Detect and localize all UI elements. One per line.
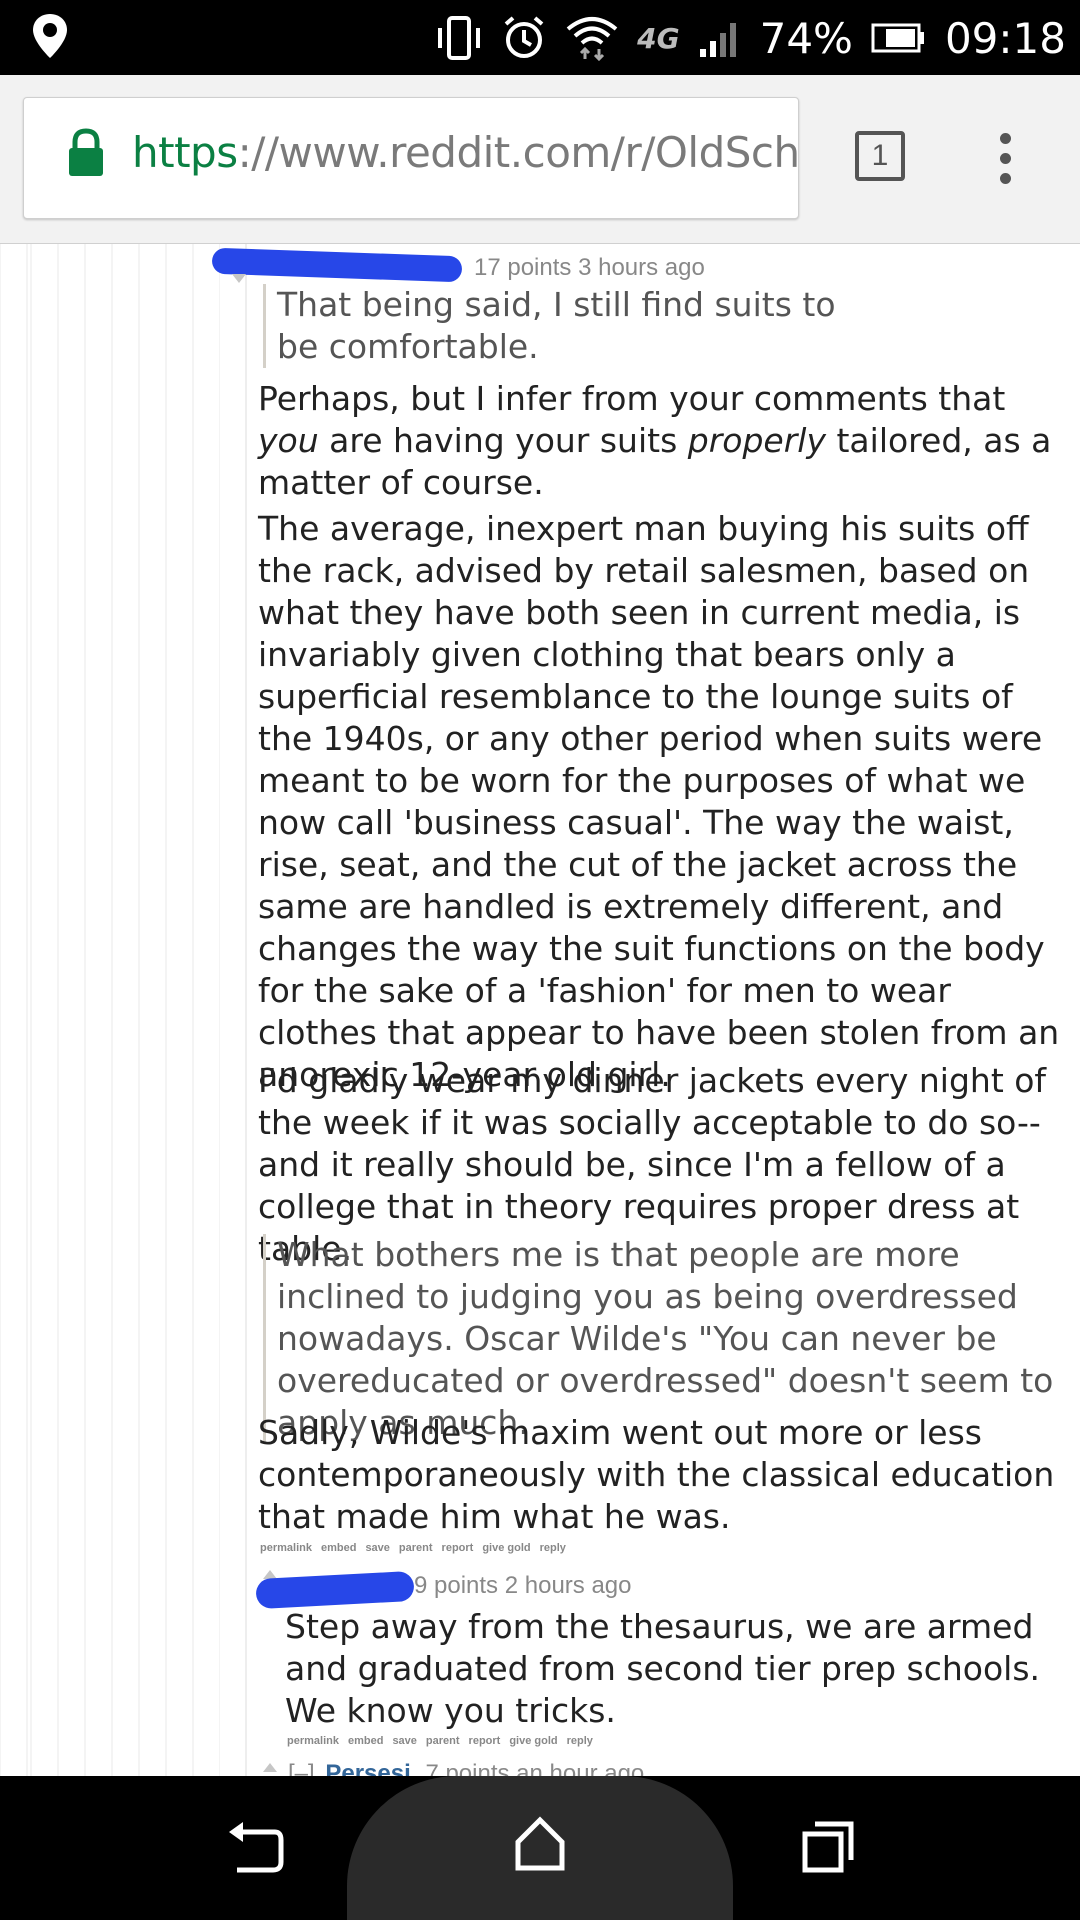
recent-apps-icon[interactable] bbox=[801, 1820, 855, 1879]
parent-link[interactable]: parent bbox=[426, 1735, 460, 1747]
embed-link[interactable]: embed bbox=[321, 1542, 356, 1554]
back-icon[interactable] bbox=[225, 1820, 285, 1881]
wifi-icon bbox=[565, 15, 619, 61]
nesting-lines bbox=[0, 244, 220, 1776]
embed-link[interactable]: embed bbox=[348, 1735, 383, 1747]
network-type: 4G bbox=[637, 21, 680, 55]
comment-paragraph: Sadly, Wilde's maxim went out more or le… bbox=[258, 1413, 1055, 1536]
give-gold-link[interactable]: give gold bbox=[509, 1735, 557, 1747]
comment-author[interactable]: Persesi bbox=[325, 1760, 410, 1776]
battery-percent: 74% bbox=[759, 13, 853, 63]
location-icon bbox=[30, 12, 70, 65]
emphasis-text: properly bbox=[687, 421, 826, 460]
text-run: are having your suits bbox=[318, 421, 688, 460]
permalink-link[interactable]: permalink bbox=[287, 1735, 339, 1747]
status-bar: 4G 74% 09:18 bbox=[0, 0, 1080, 75]
redacted-username bbox=[255, 1570, 415, 1610]
text-run: Perhaps, but I infer from your comments … bbox=[258, 379, 1006, 418]
alarm-icon bbox=[501, 15, 547, 61]
comment-thread: 17 points 3 hours ago That being said, I… bbox=[0, 244, 1080, 1776]
upvote-icon[interactable] bbox=[263, 1763, 277, 1772]
tab-switcher-button[interactable]: 1 bbox=[855, 131, 905, 181]
lock-icon bbox=[66, 128, 106, 183]
navigation-bar bbox=[0, 1776, 1080, 1920]
signal-icon bbox=[698, 19, 742, 57]
reply-link[interactable]: reply bbox=[567, 1735, 593, 1747]
permalink-link[interactable]: permalink bbox=[260, 1542, 312, 1554]
emphasis-text: you bbox=[258, 421, 319, 460]
home-icon[interactable] bbox=[515, 1816, 565, 1877]
parent-link[interactable]: parent bbox=[399, 1542, 433, 1554]
upvote-icon[interactable] bbox=[232, 274, 246, 283]
quote-block: That being said, I still find suits to b… bbox=[263, 284, 887, 368]
redacted-username bbox=[211, 247, 463, 283]
save-link[interactable]: save bbox=[392, 1735, 416, 1747]
comment-meta: 9 points 2 hours ago bbox=[414, 1572, 632, 1599]
comment-actions: permalink embed save parent report give gold r… bbox=[287, 1735, 602, 1747]
comment-paragraph: Perhaps, but I infer from your comments … bbox=[258, 378, 1068, 504]
vibrate-icon bbox=[435, 16, 483, 60]
comment-header: [–] Persesi 7 points an hour ago bbox=[288, 1760, 644, 1776]
browser-toolbar: https://www.reddit.com/r/OldSchoolC 1 bbox=[0, 75, 1080, 244]
overflow-menu-icon[interactable] bbox=[1000, 133, 1014, 193]
report-link[interactable]: report bbox=[442, 1542, 474, 1554]
comment-body: Step away from the thesaurus, we are arm… bbox=[285, 1607, 1041, 1730]
url-text: https://www.reddit.com/r/OldSchoolC bbox=[132, 128, 799, 177]
comment-meta: 17 points 3 hours ago bbox=[474, 254, 705, 281]
url-bar[interactable]: https://www.reddit.com/r/OldSchoolC bbox=[23, 97, 799, 219]
report-link[interactable]: report bbox=[469, 1735, 501, 1747]
clock: 09:18 bbox=[944, 13, 1066, 63]
comment-meta: 7 points an hour ago bbox=[425, 1760, 645, 1776]
url-scheme: https bbox=[132, 128, 238, 177]
collapse-toggle[interactable]: [–] bbox=[288, 1760, 315, 1776]
save-link[interactable]: save bbox=[365, 1542, 389, 1554]
reply-link[interactable]: reply bbox=[540, 1542, 566, 1554]
comment-actions: permalink embed save parent report give gold r… bbox=[260, 1542, 575, 1554]
give-gold-link[interactable]: give gold bbox=[482, 1542, 530, 1554]
url-host-path: ://www.reddit.com/r/OldSchoolC bbox=[237, 128, 799, 177]
thread-line bbox=[245, 244, 247, 1776]
battery-icon bbox=[871, 23, 927, 53]
comment-paragraph: The average, inexpert man buying his sui… bbox=[258, 509, 1060, 1094]
